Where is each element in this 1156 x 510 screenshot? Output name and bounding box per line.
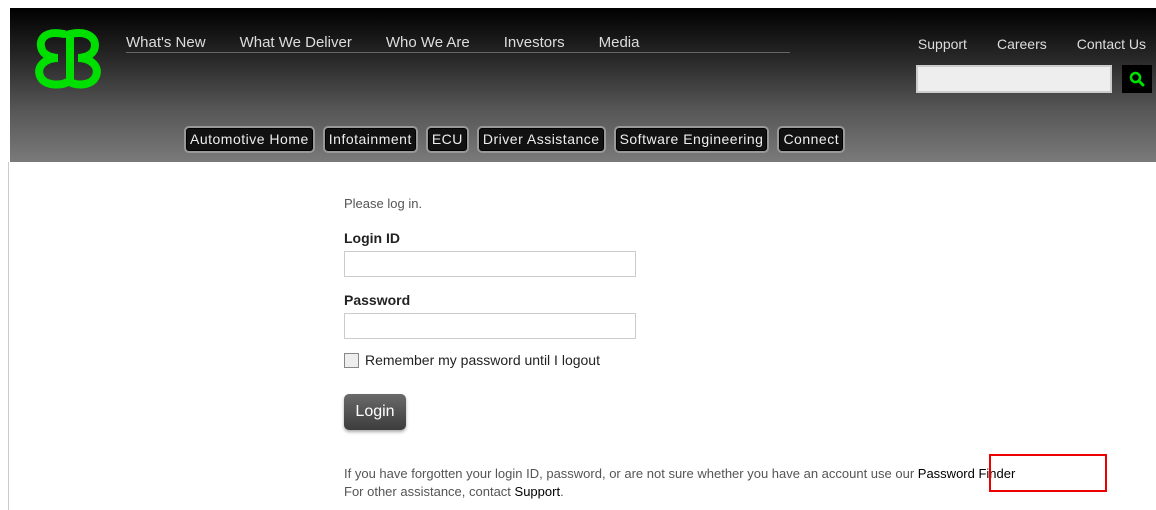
nav-contact-us[interactable]: Contact Us [1077,36,1146,52]
nav-support[interactable]: Support [918,36,967,52]
subnav-infotainment[interactable]: Infotainment [322,126,418,153]
eb-logo-icon[interactable] [34,26,104,90]
nav-media[interactable]: Media [599,34,640,51]
support-link[interactable]: Support [515,484,561,499]
nav-who-we-are[interactable]: Who We Are [386,34,470,51]
subnav-software-engineering[interactable]: Software Engineering [613,126,770,153]
utility-nav: Support Careers Contact Us [918,36,1146,52]
nav-divider [126,52,790,53]
subnav-driver-assistance[interactable]: Driver Assistance [476,126,606,153]
nav-whats-new[interactable]: What's New [126,34,206,51]
assist-text: For other assistance, contact Support. [344,484,564,499]
remember-label: Remember my password until I logout [365,352,600,368]
subnav-connect[interactable]: Connect [777,126,846,153]
password-field[interactable] [344,313,636,339]
help-text: If you have forgotten your login ID, pas… [344,466,1015,481]
sub-nav: Automotive Home Infotainment ECU Driver … [184,126,846,153]
nav-investors[interactable]: Investors [504,34,565,51]
assist-prefix: For other assistance, contact [344,484,515,499]
nav-what-we-deliver[interactable]: What We Deliver [240,34,352,51]
remember-row: Remember my password until I logout [344,352,600,368]
password-label: Password [344,292,411,308]
site-header: What's New What We Deliver Who We Are In… [10,8,1156,162]
main-nav: What's New What We Deliver Who We Are In… [126,34,673,51]
highlight-box [989,454,1107,492]
subnav-ecu[interactable]: ECU [425,126,469,153]
page-border [8,162,9,510]
search-icon [1129,71,1145,87]
help-text-body: If you have forgotten your login ID, pas… [344,466,918,481]
subnav-automotive-home[interactable]: Automotive Home [184,126,315,153]
assist-suffix: . [560,484,564,499]
login-intro: Please log in. [344,196,423,211]
search-button[interactable] [1122,65,1152,93]
remember-checkbox[interactable] [344,352,359,368]
login-button[interactable]: Login [344,394,406,430]
login-id-label: Login ID [344,230,400,246]
nav-careers[interactable]: Careers [997,36,1047,52]
search-input[interactable] [916,65,1112,93]
login-id-field[interactable] [344,251,636,277]
